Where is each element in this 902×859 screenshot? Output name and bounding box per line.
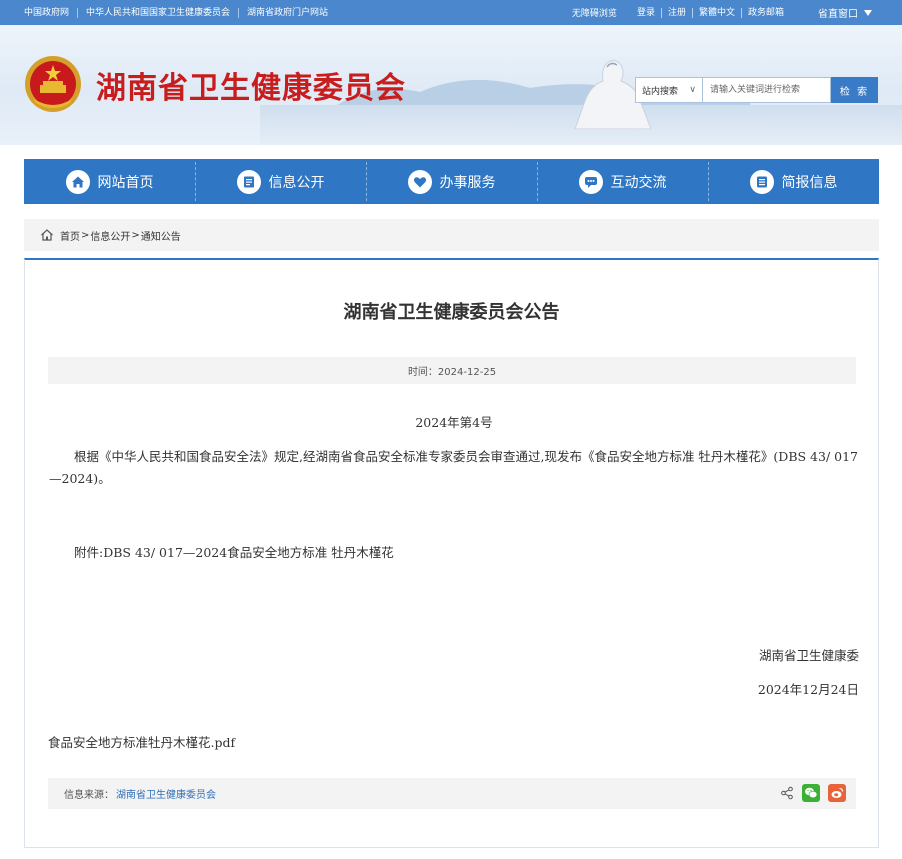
home-icon — [65, 169, 90, 194]
search-input[interactable] — [703, 77, 831, 103]
search-scope-label: 站内搜索 — [642, 86, 679, 97]
top-links: 中国政府网 中华人民共和国国家卫生健康委员会 湖南省政府门户网站 — [24, 0, 336, 25]
source-bar: 信息来源： 湖南省卫生健康委员会 — [48, 778, 856, 809]
nav-item-services[interactable]: 办事服务 — [366, 159, 537, 204]
nav-item-label: 互动交流 — [610, 174, 667, 191]
share-icon[interactable] — [780, 786, 794, 800]
search-button[interactable]: 检 索 — [831, 77, 878, 103]
national-emblem-logo[interactable] — [24, 55, 82, 113]
breadcrumb-separator: > — [131, 229, 140, 241]
article-meta: 时间：2024-12-25 — [48, 357, 856, 384]
accessibility-link[interactable]: 无障碍浏览 — [572, 6, 631, 19]
top-right-links: 无障碍浏览 登录 注册 繁體中文 政务邮箱 省直窗口 — [572, 0, 872, 25]
weibo-icon[interactable] — [828, 784, 846, 802]
breadcrumb-separator: > — [81, 229, 90, 241]
triangle-down-icon — [864, 9, 872, 16]
publish-time: 时间：2024-12-25 — [407, 367, 497, 378]
traditional-chinese-link[interactable]: 繁體中文 — [693, 7, 742, 18]
nav-item-label: 简报信息 — [781, 174, 838, 191]
link-nhc[interactable]: 中华人民共和国国家卫生健康委员会 — [78, 7, 240, 18]
top-bar: 中国政府网 中华人民共和国国家卫生健康委员会 湖南省政府门户网站 无障碍浏览 登… — [0, 0, 902, 25]
heart-icon — [407, 169, 432, 194]
site-header: 湖南省卫生健康委员会 站内搜索 ∨ 检 索 — [0, 25, 902, 145]
site-title[interactable]: 湖南省卫生健康委员会 — [96, 63, 406, 107]
share-buttons — [780, 784, 846, 802]
nav-item-label: 网站首页 — [97, 174, 154, 191]
main-nav: 网站首页 信息公开 办事服务 互动交流 简报信息 — [24, 159, 879, 204]
article-title: 湖南省卫生健康委员会公告 — [343, 302, 560, 323]
gov-mail-link[interactable]: 政务邮箱 — [742, 8, 790, 18]
breadcrumb-info-disclosure[interactable]: 信息公开 — [90, 228, 130, 243]
source-label: 信息来源： — [64, 790, 114, 801]
nav-item-interaction[interactable]: 互动交流 — [537, 159, 708, 204]
announcement-number: 2024年第4号 — [415, 415, 493, 430]
signature-date: 2024年12月24日 — [757, 682, 859, 697]
article-body: 2024年第4号 根据《中华人民共和国食品安全法》规定,经湖南省食品安全标准专家… — [49, 412, 859, 697]
region-selector[interactable]: 省直窗口 — [790, 5, 872, 20]
region-label: 省直窗口 — [818, 9, 858, 20]
login-link[interactable]: 登录 — [631, 7, 662, 18]
search-bar: 站内搜索 ∨ 检 索 — [635, 77, 878, 103]
link-hunan-gov[interactable]: 湖南省政府门户网站 — [239, 8, 336, 18]
attachment-line: 附件:DBS 43/ 017—2024食品安全地方标准 牡丹木槿花 — [74, 545, 394, 560]
document-icon — [236, 169, 261, 194]
nav-item-info-disclosure[interactable]: 信息公开 — [195, 159, 366, 204]
link-gov-cn[interactable]: 中国政府网 — [24, 7, 79, 18]
home-icon — [41, 229, 53, 241]
nav-item-home[interactable]: 网站首页 — [24, 159, 195, 204]
nav-item-label: 信息公开 — [268, 174, 325, 191]
wechat-icon[interactable] — [802, 784, 820, 802]
attachment-file-link[interactable]: 食品安全地方标准牡丹木槿花.pdf — [48, 732, 235, 751]
register-link[interactable]: 注册 — [662, 7, 693, 18]
breadcrumb: 首页 > 信息公开 > 通知公告 — [24, 219, 879, 251]
breadcrumb-notices[interactable]: 通知公告 — [141, 228, 181, 243]
nav-item-label: 办事服务 — [439, 174, 496, 191]
signature-org: 湖南省卫生健康委 — [758, 648, 859, 663]
nav-item-briefings[interactable]: 简报信息 — [708, 159, 879, 204]
list-icon — [749, 169, 774, 194]
breadcrumb-home[interactable]: 首页 — [60, 228, 80, 243]
chevron-down-icon: ∨ — [689, 85, 696, 95]
chat-icon — [578, 169, 603, 194]
announcement-paragraph: 根据《中华人民共和国食品安全法》规定,经湖南省食品安全标准专家委员会审查通过,现… — [49, 449, 858, 486]
article-card: 湖南省卫生健康委员会公告 时间：2024-12-25 2024年第4号 根据《中… — [24, 258, 879, 848]
search-scope-select[interactable]: 站内搜索 ∨ — [635, 77, 703, 103]
source-org[interactable]: 湖南省卫生健康委员会 — [116, 786, 216, 801]
